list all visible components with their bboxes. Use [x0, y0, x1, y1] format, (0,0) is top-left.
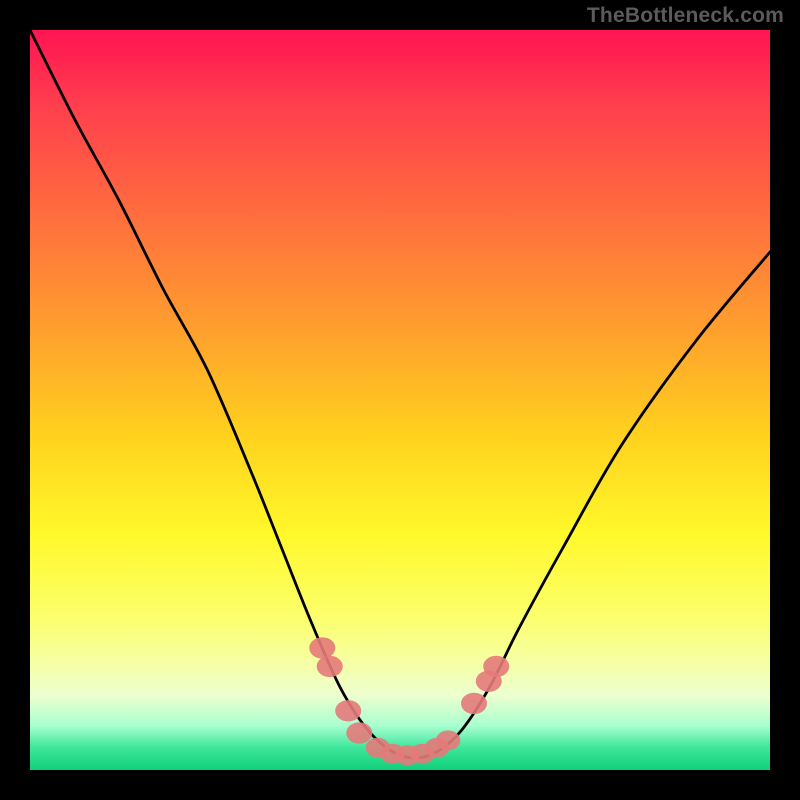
watermark-text: TheBottleneck.com — [587, 4, 784, 28]
bead — [461, 693, 487, 714]
chart-frame: TheBottleneck.com — [0, 0, 800, 800]
curve-line — [30, 30, 770, 758]
plot-area — [30, 30, 770, 770]
bead — [483, 656, 509, 677]
bead — [335, 700, 361, 721]
bead-markers — [309, 637, 509, 765]
bead — [317, 656, 343, 677]
bead — [346, 722, 372, 743]
bottleneck-curve — [30, 30, 770, 770]
bead — [436, 730, 460, 750]
bead — [309, 637, 335, 658]
